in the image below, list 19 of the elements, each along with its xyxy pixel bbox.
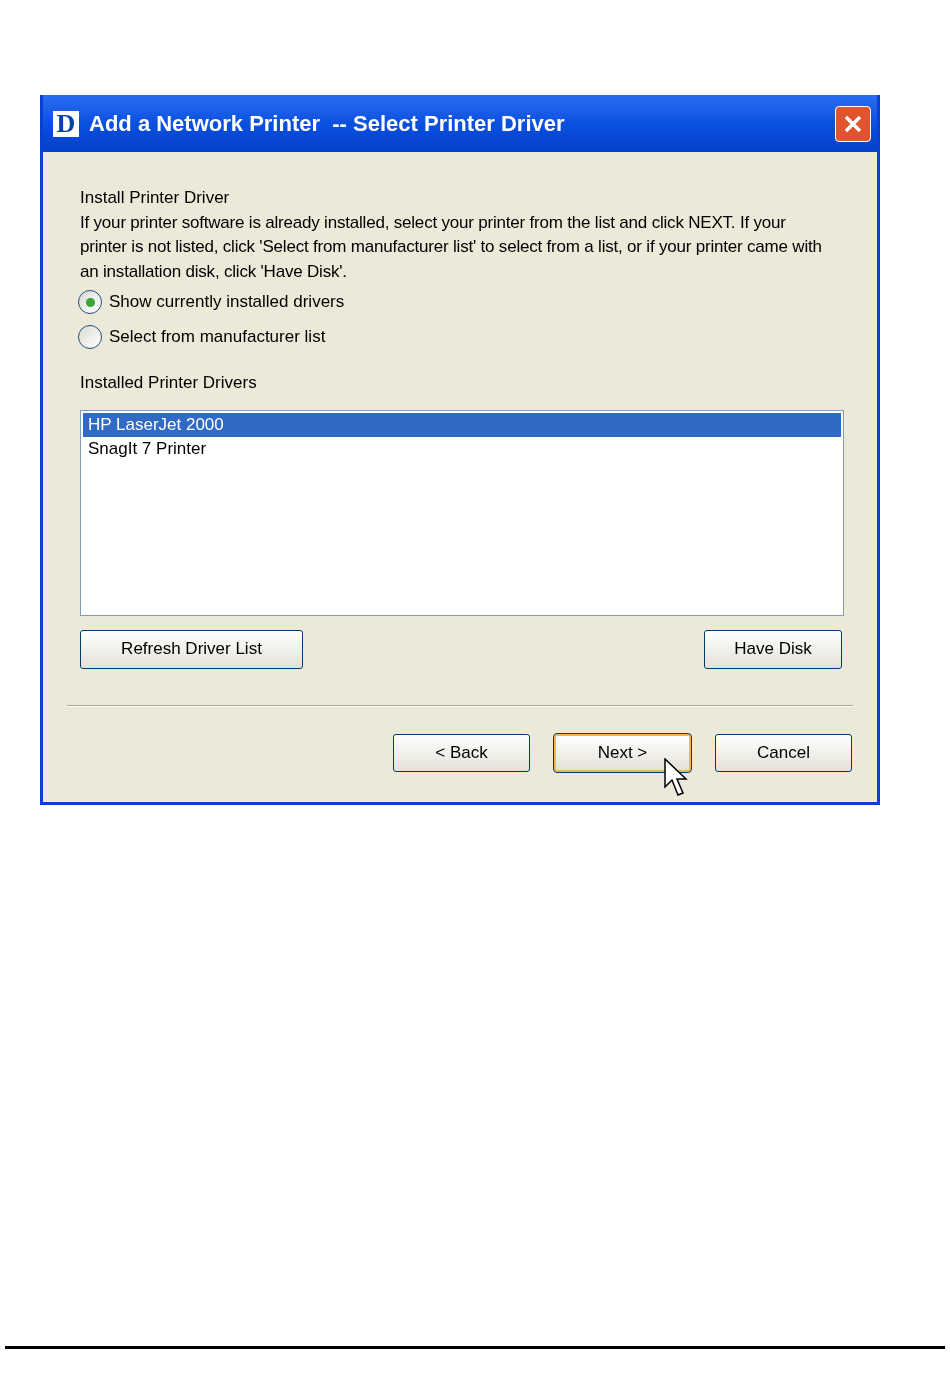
- section-heading: Install Printer Driver: [80, 187, 231, 209]
- app-logo: D: [53, 110, 79, 137]
- radio-button[interactable]: [78, 324, 102, 349]
- list-item[interactable]: SnagIt 7 Printer: [83, 436, 841, 461]
- wizard-button[interactable]: Cancel: [715, 733, 852, 772]
- radio-button[interactable]: [78, 290, 102, 315]
- wizard-button[interactable]: Next >: [554, 733, 691, 772]
- pointer-cursor-icon: [664, 758, 688, 798]
- list-label: Installed Printer Drivers: [80, 372, 258, 394]
- driver-list[interactable]: HP LaserJet 2000 SnagIt 7 Printer: [80, 409, 844, 616]
- window-title: Add a Network Printer -- Select Printer Driver: [89, 110, 565, 138]
- have-disk-button[interactable]: Have Disk: [704, 629, 842, 669]
- refresh-driver-list-button[interactable]: Refresh Driver List: [80, 629, 303, 669]
- radio-label[interactable]: Select from manufacturer list: [109, 324, 326, 349]
- close-button[interactable]: [835, 105, 871, 142]
- radio-label[interactable]: Show currently installed drivers: [109, 290, 345, 315]
- list-item[interactable]: HP LaserJet 2000: [83, 412, 841, 437]
- instructions-text: If your printer software is already installed, select your printer from the list and click NEXT. If your printer is not listed, click 'Select from manufacturer list' to select from a list, or if your printer came with an installation disk, click 'Have Disk'.: [80, 211, 823, 283]
- wizard-button[interactable]: < Back: [393, 733, 530, 772]
